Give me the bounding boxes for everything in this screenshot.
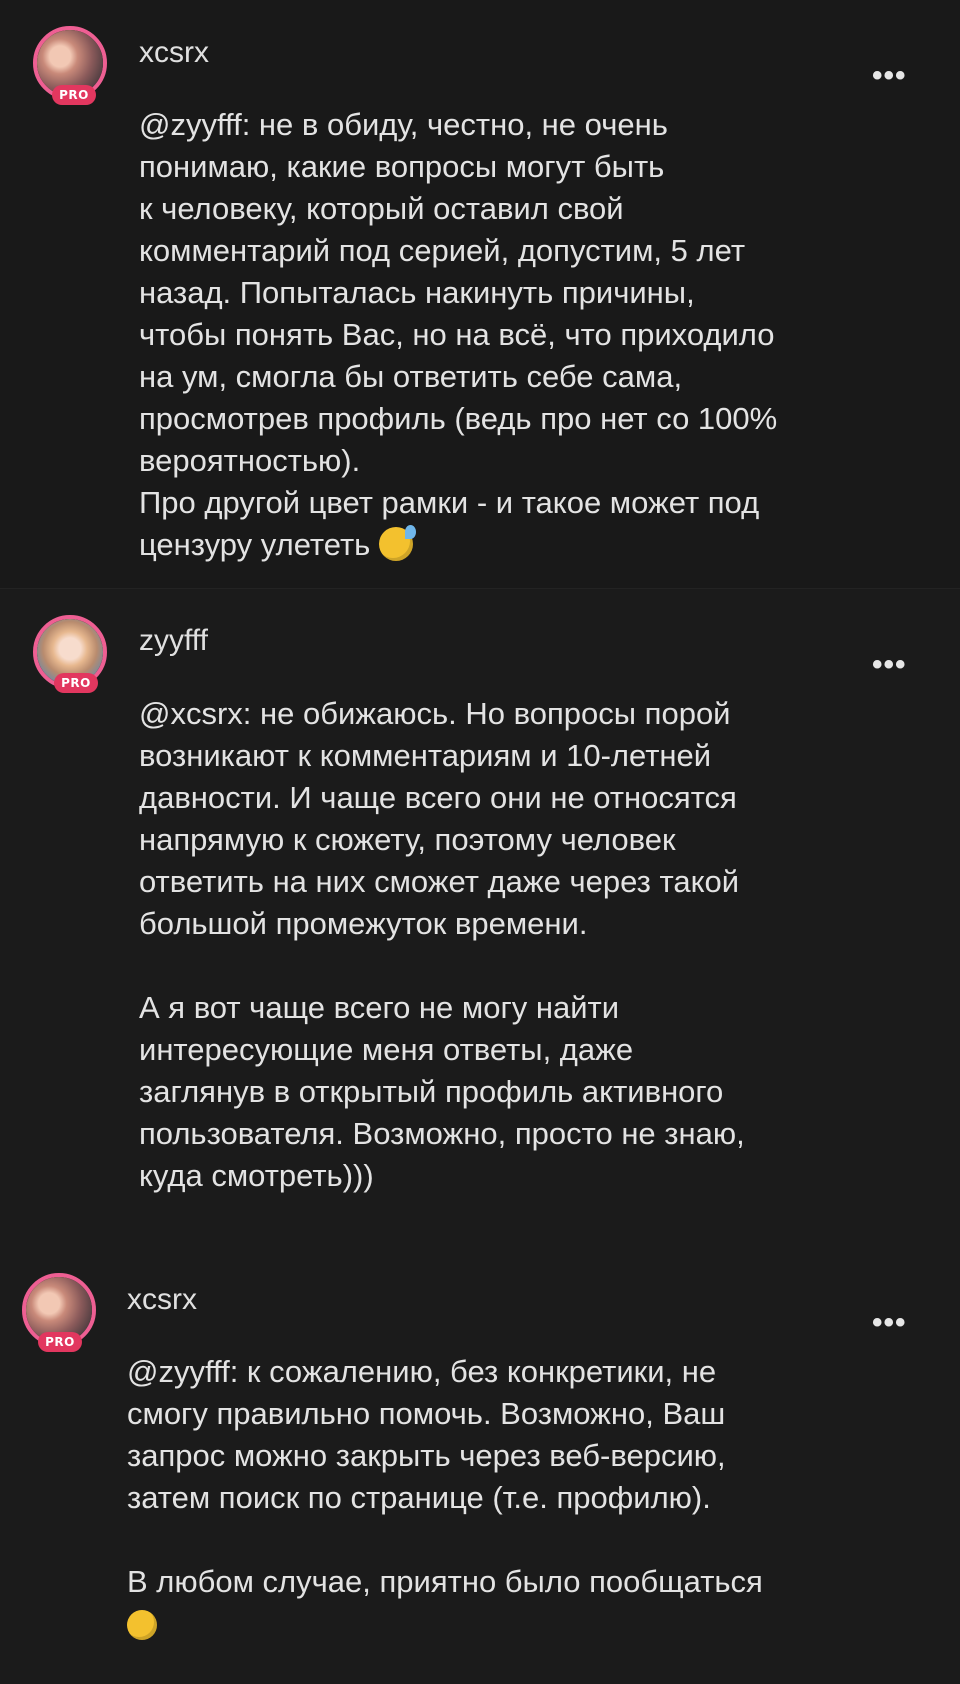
comment-text: @zyyfff: к сожалению, без конкретики, не… (127, 1351, 927, 1645)
comment-line: заглянув в открытый профиль активного (139, 1074, 724, 1109)
comment-line: давности. И чаще всего они не относятся (139, 780, 737, 815)
comment-line: Про другой цвет рамки - и такое может по… (139, 485, 760, 520)
more-options-icon[interactable]: ••• (872, 61, 907, 91)
comment-line (127, 1603, 927, 1645)
comment-text: @xcsrx: не обижаюсь. Но вопросы порой воз… (139, 693, 919, 1197)
comment-card: PRO xcsrx ••• @zyyfff: не в обиду, честн… (0, 0, 960, 588)
comment-line: комментарий под серией, допустим, 5 лет (139, 233, 746, 268)
comment-line: @zyyfff: к сожалению, без конкретики, не (127, 1354, 717, 1389)
comment-line: понимаю, какие вопросы могут быть (139, 149, 665, 184)
comment-line: цензуру улететь (139, 524, 919, 566)
pro-badge: PRO (38, 1332, 82, 1352)
comment-line: @zyyfff: не в обиду, честно, не очень (139, 107, 668, 142)
pro-badge: PRO (54, 673, 98, 693)
comment-line: назад. Попыталась накинуть причины, (139, 275, 695, 310)
username[interactable]: xcsrx (139, 36, 209, 70)
comment-line (127, 1519, 927, 1561)
username[interactable]: zyyfff (139, 624, 208, 658)
comment-line: ответить на них сможет даже через такой (139, 864, 740, 899)
comment-line: просмотрев профиль (ведь про нет со 100% (139, 401, 778, 436)
comment-line: В любом случае, приятно было пообщаться (127, 1564, 763, 1599)
comment-line: интересующие меня ответы, даже (139, 1032, 634, 1067)
comment-line: А я вот чаще всего не могу найти (139, 990, 620, 1025)
comment-line: смогу правильно помочь. Возможно, Ваш (127, 1396, 726, 1431)
comment-line (139, 945, 919, 987)
comment-card: PRO xcsrx ••• @zyyfff: к сожалению, без … (0, 1232, 960, 1684)
pro-badge: PRO (52, 85, 96, 105)
comment-line: вероятностью). (139, 443, 361, 478)
comment-line: куда смотреть))) (139, 1158, 374, 1193)
comment-line: запрос можно закрыть через веб-версию, (127, 1438, 726, 1473)
comment-line: к человеку, который оставил свой (139, 191, 624, 226)
username[interactable]: xcsrx (127, 1283, 197, 1317)
comment-line-text: цензуру улететь (139, 527, 371, 562)
comment-text: @zyyfff: не в обиду, честно, не очень пон… (139, 104, 919, 566)
comment-line: @xcsrx: не обижаюсь. Но вопросы порой (139, 696, 731, 731)
more-options-icon[interactable]: ••• (872, 650, 907, 680)
comment-line: пользователя. Возможно, просто не знаю, (139, 1116, 745, 1151)
more-options-icon[interactable]: ••• (872, 1308, 907, 1338)
comment-line: затем поиск по странице (т.е. профилю). (127, 1480, 711, 1515)
comment-line: большой промежуток времени. (139, 906, 588, 941)
comment-card: PRO zyyfff ••• @xcsrx: не обижаюсь. Но в… (0, 589, 960, 1232)
grinning-sweat-emoji (378, 525, 416, 561)
sleepy-face-emoji (127, 1610, 157, 1640)
comment-line: напрямую к сюжету, поэтому человек (139, 822, 676, 857)
comment-line: на ум, смогла бы ответить себе сама, (139, 359, 683, 394)
comment-line: чтобы понять Вас, но на всё, что приходи… (139, 317, 775, 352)
comment-line: возникают к комментариям и 10-летней (139, 738, 712, 773)
